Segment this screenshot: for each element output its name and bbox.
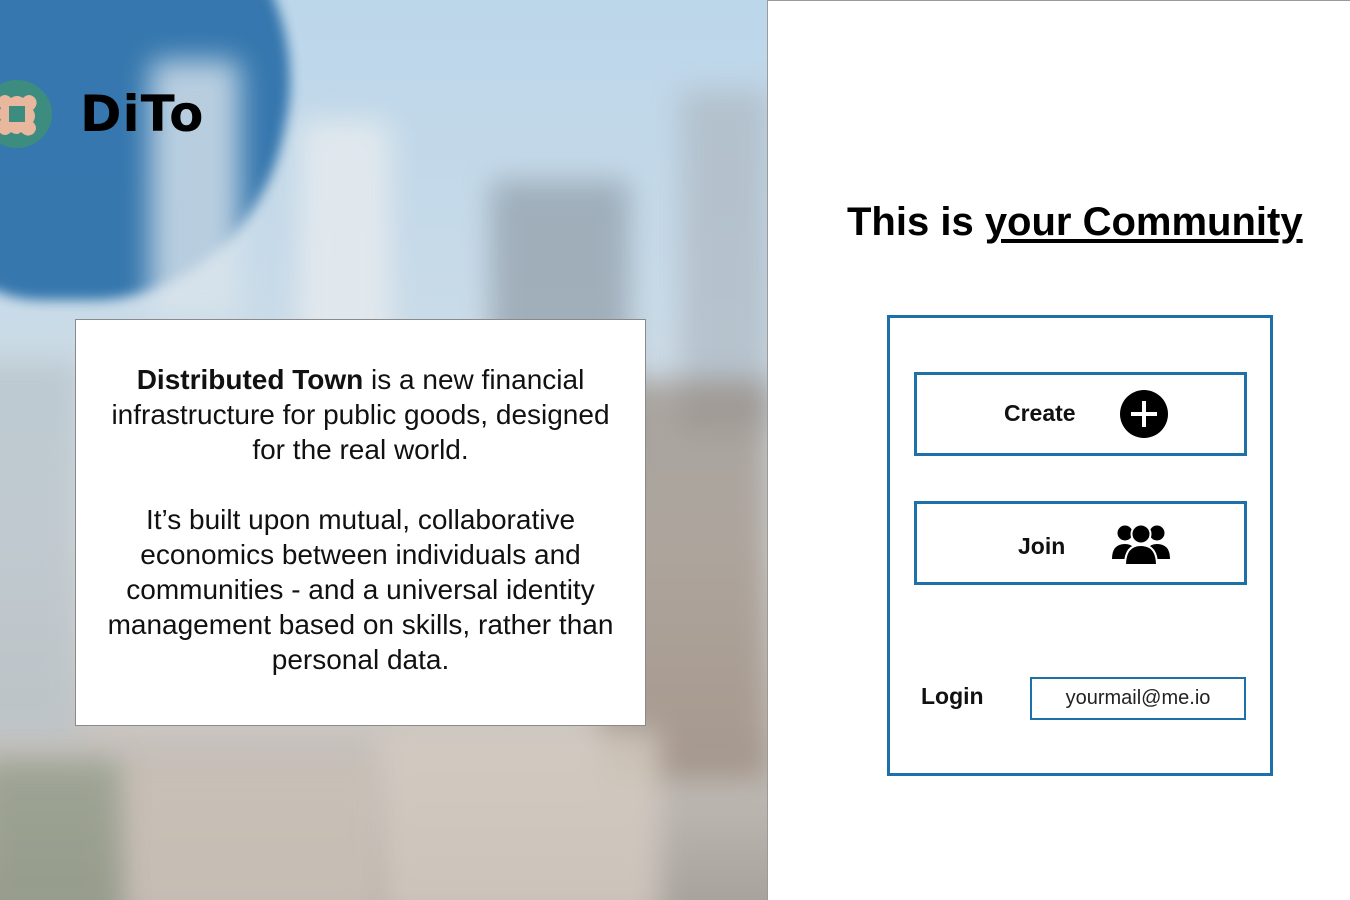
brand-full-name: Distributed Town [136, 364, 364, 395]
email-input[interactable] [1030, 677, 1246, 720]
building-shape [0, 360, 80, 740]
blue-shape [0, 0, 290, 300]
create-label: Create [1004, 400, 1076, 426]
page-title: This is your Community [847, 200, 1303, 245]
join-button[interactable]: Join [914, 501, 1247, 585]
login-label: Login [921, 683, 984, 709]
logo-mark-icon [0, 80, 52, 148]
create-button[interactable]: Create [914, 372, 1247, 456]
building-shape [380, 730, 660, 900]
building-shape [680, 90, 767, 430]
title-prefix: This is [847, 200, 985, 244]
building-shape [0, 760, 120, 900]
intro-paragraph-2: It’s built upon mutual, collaborative ec… [107, 504, 614, 675]
building-shape [120, 760, 380, 900]
hero-background: DiTo Distributed Town is a new financial… [0, 0, 767, 900]
brand-name: DiTo [80, 85, 205, 143]
intro-card: Distributed Town is a new financial infr… [75, 319, 646, 726]
intro-paragraph-1: Distributed Town is a new financial infr… [100, 362, 621, 467]
users-icon [1112, 523, 1170, 565]
title-emphasis: your Community [984, 200, 1303, 244]
logo[interactable]: DiTo [0, 80, 204, 148]
join-label: Join [1018, 533, 1066, 559]
plus-circle-icon [1120, 390, 1168, 438]
